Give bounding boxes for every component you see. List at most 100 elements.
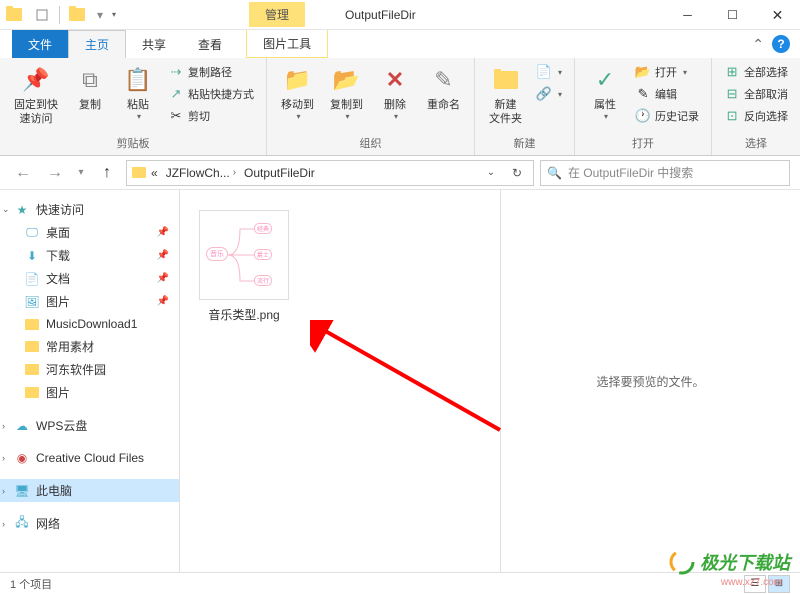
select-all-button[interactable]: ⊞全部选择 xyxy=(720,62,792,82)
tab-home[interactable]: 主页 xyxy=(68,30,126,58)
sidebar-this-pc[interactable]: ›🖥此电脑 xyxy=(0,479,179,502)
watermark-url: www.xz7.com xyxy=(721,577,782,588)
chevron-down-icon: ▾ xyxy=(604,112,608,121)
pin-to-quick-access-button[interactable]: 📌 固定到快 速访问 xyxy=(8,62,64,129)
back-button[interactable]: ← xyxy=(10,160,36,186)
sidebar-ccf[interactable]: ›◉Creative Cloud Files xyxy=(0,447,179,469)
file-item[interactable]: 音乐 经典 爵士 流行 音乐类型.png xyxy=(196,210,292,323)
invert-selection-button[interactable]: ⊡反向选择 xyxy=(720,106,792,126)
open-button[interactable]: 📂打开▾ xyxy=(631,62,703,82)
tab-view[interactable]: 查看 xyxy=(182,30,238,58)
breadcrumb[interactable]: OutputFileDir xyxy=(240,166,319,180)
sidebar-item[interactable]: 河东软件园 xyxy=(0,358,179,381)
edit-icon: ✎ xyxy=(635,86,651,102)
ribbon-collapse-icon[interactable]: ⌃ xyxy=(752,36,764,53)
qat-item[interactable] xyxy=(30,3,54,27)
ribbon-group-clipboard: 📌 固定到快 速访问 ⧉ 复制 📋 粘贴 ▾ ⇢复制路径 ↗粘贴快捷方式 ✂剪切… xyxy=(0,58,267,155)
forward-button[interactable]: → xyxy=(42,160,68,186)
help-button[interactable]: ? xyxy=(772,35,790,53)
sidebar-item[interactable]: MusicDownload1 xyxy=(0,313,179,335)
qat-folder[interactable] xyxy=(65,3,89,27)
delete-button[interactable]: ✕ 删除 ▾ xyxy=(373,62,417,123)
access-icon: 🔗 xyxy=(536,86,552,102)
file-list-pane[interactable]: 音乐 经典 爵士 流行 音乐类型.png xyxy=(180,190,500,572)
new-folder-icon xyxy=(490,64,522,96)
folder-icon xyxy=(24,385,40,401)
move-to-button[interactable]: 📁 移动到 ▾ xyxy=(275,62,320,123)
refresh-button[interactable]: ↻ xyxy=(505,161,529,185)
pc-icon: 🖥 xyxy=(14,483,30,499)
history-button[interactable]: 🕐历史记录 xyxy=(631,106,703,126)
content-area: ⌄★快速访问 🖵桌面📌 ⬇下载📌 📄文档📌 🖼图片📌 MusicDownload… xyxy=(0,190,800,572)
up-button[interactable]: ↑ xyxy=(94,160,120,186)
shortcut-icon: ↗ xyxy=(168,86,184,102)
desktop-icon: 🖵 xyxy=(24,225,40,241)
breadcrumb[interactable]: JZFlowCh...› xyxy=(162,166,240,180)
copy-path-button[interactable]: ⇢复制路径 xyxy=(164,62,258,82)
title-bar: ▾ ▾ 管理 OutputFileDir ─ ☐ ✕ xyxy=(0,0,800,30)
qat-item[interactable]: ▾ xyxy=(93,3,107,27)
copy-button[interactable]: ⧉ 复制 xyxy=(68,62,112,114)
rename-button[interactable]: ✎ 重命名 xyxy=(421,62,466,114)
qat-customize[interactable]: ▾ xyxy=(109,3,119,27)
paste-shortcut-button[interactable]: ↗粘贴快捷方式 xyxy=(164,84,258,104)
sidebar-item-pictures[interactable]: 🖼图片📌 xyxy=(0,290,179,313)
ribbon-group-new: 新建 文件夹 📄▾ 🔗▾ 新建 xyxy=(475,58,575,155)
folder-icon[interactable] xyxy=(2,3,26,27)
sidebar-wps[interactable]: ›☁WPS云盘 xyxy=(0,414,179,437)
folder-icon xyxy=(24,362,40,378)
new-item-button[interactable]: 📄▾ xyxy=(532,62,566,82)
pin-icon: 📌 xyxy=(157,250,169,261)
maximize-button[interactable]: ☐ xyxy=(710,0,755,30)
network-icon: 🖧 xyxy=(14,516,30,532)
tab-picture-tools[interactable]: 图片工具 xyxy=(246,30,328,58)
sidebar-quick-access[interactable]: ⌄★快速访问 xyxy=(0,198,179,221)
cc-icon: ◉ xyxy=(14,450,30,466)
recent-locations[interactable]: ▾ xyxy=(74,160,88,186)
sidebar-item-downloads[interactable]: ⬇下载📌 xyxy=(0,244,179,267)
cloud-icon: ☁ xyxy=(14,418,30,434)
close-button[interactable]: ✕ xyxy=(755,0,800,30)
folder-icon xyxy=(24,339,40,355)
pin-icon: 📌 xyxy=(157,296,169,307)
sidebar-item-documents[interactable]: 📄文档📌 xyxy=(0,267,179,290)
chevron-down-icon: ▾ xyxy=(394,112,398,121)
paste-button[interactable]: 📋 粘贴 ▾ xyxy=(116,62,160,123)
sidebar-item[interactable]: 常用素材 xyxy=(0,335,179,358)
delete-icon: ✕ xyxy=(379,64,411,96)
select-none-icon: ⊟ xyxy=(724,86,740,102)
edit-button[interactable]: ✎编辑 xyxy=(631,84,703,104)
select-none-button[interactable]: ⊟全部取消 xyxy=(720,84,792,104)
tab-share[interactable]: 共享 xyxy=(126,30,182,58)
tab-file[interactable]: 文件 xyxy=(12,30,68,58)
sidebar-network[interactable]: ›🖧网络 xyxy=(0,512,179,535)
copy-to-button[interactable]: 📂 复制到 ▾ xyxy=(324,62,369,123)
cut-button[interactable]: ✂剪切 xyxy=(164,106,258,126)
context-tab-manage: 管理 xyxy=(249,2,305,27)
file-thumbnail: 音乐 经典 爵士 流行 xyxy=(199,210,289,300)
preview-pane: 选择要预览的文件。 xyxy=(500,190,800,572)
search-box[interactable]: 🔍 在 OutputFileDir 中搜索 xyxy=(540,160,790,186)
watermark: 极光下载站 xyxy=(668,548,790,576)
paste-icon: 📋 xyxy=(122,64,154,96)
breadcrumb[interactable]: « xyxy=(147,166,162,180)
minimize-button[interactable]: ─ xyxy=(665,0,710,30)
sidebar-item[interactable]: 图片 xyxy=(0,381,179,404)
open-icon: 📂 xyxy=(635,64,651,80)
sidebar-item-desktop[interactable]: 🖵桌面📌 xyxy=(0,221,179,244)
address-bar[interactable]: « JZFlowCh...› OutputFileDir ⌄ ↻ xyxy=(126,160,534,186)
copy-icon: ⧉ xyxy=(74,64,106,96)
new-folder-button[interactable]: 新建 文件夹 xyxy=(483,62,528,129)
chevron-down-icon: ▾ xyxy=(345,112,349,121)
ribbon-tabs: 文件 主页 共享 查看 图片工具 ⌃ ? xyxy=(0,30,800,58)
history-icon: 🕐 xyxy=(635,108,651,124)
address-dropdown[interactable]: ⌄ xyxy=(479,161,503,185)
ribbon-group-organize: 📁 移动到 ▾ 📂 复制到 ▾ ✕ 删除 ▾ ✎ 重命名 组织 xyxy=(267,58,475,155)
properties-button[interactable]: ✓ 属性 ▾ xyxy=(583,62,627,123)
easy-access-button[interactable]: 🔗▾ xyxy=(532,84,566,104)
search-icon: 🔍 xyxy=(547,166,562,180)
navigation-pane: ⌄★快速访问 🖵桌面📌 ⬇下载📌 📄文档📌 🖼图片📌 MusicDownload… xyxy=(0,190,180,572)
star-icon: ★ xyxy=(14,202,30,218)
path-icon: ⇢ xyxy=(168,64,184,80)
rename-icon: ✎ xyxy=(428,64,460,96)
